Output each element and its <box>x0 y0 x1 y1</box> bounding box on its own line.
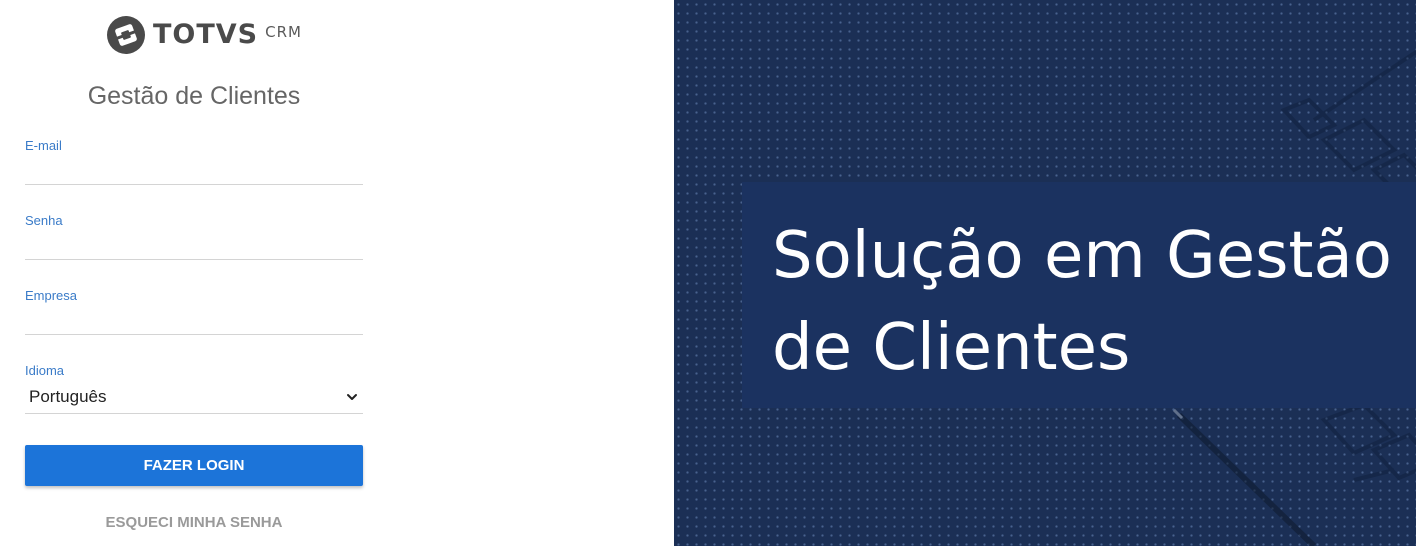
language-field: Idioma Português <box>25 363 363 414</box>
brand-logo: TOTVS CRM <box>106 14 302 56</box>
page-title: Gestão de Clientes <box>87 82 301 110</box>
email-field: E-mail <box>25 138 363 185</box>
hero-panel: Solução em Gestão de Clientes <box>674 0 1416 546</box>
login-panel: TOTVS CRM Gestão de Clientes E-mail Senh… <box>0 0 674 546</box>
company-field: Empresa <box>25 288 363 335</box>
login-page: TOTVS CRM Gestão de Clientes E-mail Senh… <box>0 0 1416 546</box>
brand-product: CRM <box>265 23 302 41</box>
hero-headline: Solução em Gestão de Clientes <box>772 219 1392 385</box>
login-button[interactable]: FAZER LOGIN <box>25 445 363 486</box>
language-select[interactable]: Português <box>25 377 363 411</box>
company-input[interactable] <box>25 306 363 332</box>
language-label: Idioma <box>25 363 65 378</box>
totvs-logo-icon <box>107 16 145 54</box>
password-input[interactable] <box>25 231 363 257</box>
password-field: Senha <box>25 213 363 260</box>
forgot-password-link[interactable]: ESQUECI MINHA SENHA <box>25 514 363 531</box>
brand-name: TOTVS <box>153 19 259 50</box>
company-label: Empresa <box>25 288 78 303</box>
email-label: E-mail <box>25 138 62 153</box>
email-input[interactable] <box>25 156 363 182</box>
chevron-down-icon <box>347 394 357 400</box>
language-selected-value: Português <box>29 387 107 406</box>
password-label: Senha <box>25 213 63 228</box>
